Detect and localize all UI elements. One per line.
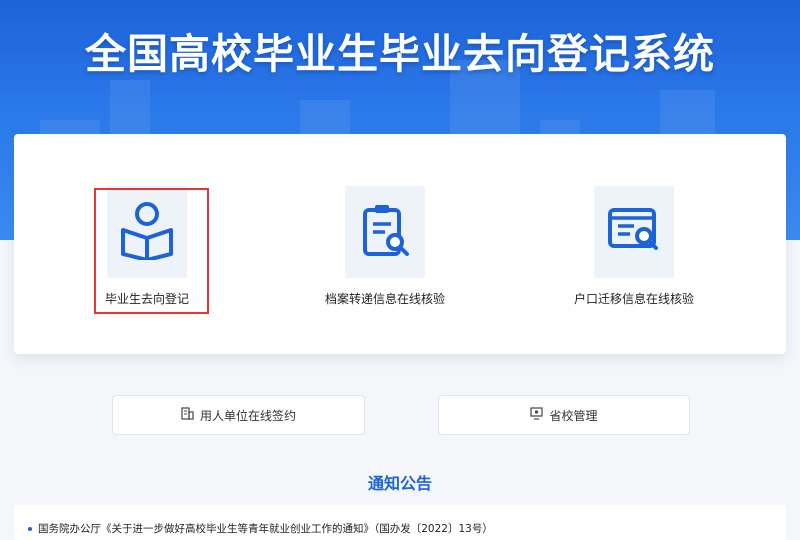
household-verification-card[interactable]: 户口迁移信息在线核验 (529, 134, 786, 354)
archive-verification-label: 档案转递信息在线核验 (324, 292, 445, 306)
admin-screen-icon (530, 407, 544, 423)
notice-item-text: 国务院办公厅《关于进一步做好高校毕业生等青年就业创业工作的通知》（国办发〔202… (38, 523, 493, 535)
notice-list: 国务院办公厅《关于进一步做好高校毕业生等青年就业创业工作的通知》（国办发〔202… (14, 505, 786, 540)
archive-verification-card[interactable]: 档案转递信息在线核验 (271, 134, 529, 354)
school-management-button[interactable]: 省校管理 (438, 395, 690, 435)
bullet-icon (28, 526, 32, 531)
employer-signing-label: 用人单位在线签约 (199, 408, 296, 423)
school-management-label: 省校管理 (549, 408, 598, 423)
document-search-icon (359, 202, 411, 262)
employer-signing-button[interactable]: 用人单位在线签约 (112, 395, 365, 435)
household-verification-label: 户口迁移信息在线核验 (573, 292, 694, 306)
page-title: 全国高校毕业生毕业去向登记系统 (85, 30, 715, 78)
notice-section-title: 通知公告 (367, 474, 432, 493)
selection-highlight (94, 188, 209, 314)
archive-verification-tile (345, 186, 425, 278)
building-icon (181, 407, 194, 423)
notice-item[interactable]: 国务院办公厅《关于进一步做好高校毕业生等青年就业创业工作的通知》（国办发〔202… (28, 521, 493, 536)
household-verification-tile (594, 186, 674, 278)
id-card-search-icon (606, 206, 662, 258)
